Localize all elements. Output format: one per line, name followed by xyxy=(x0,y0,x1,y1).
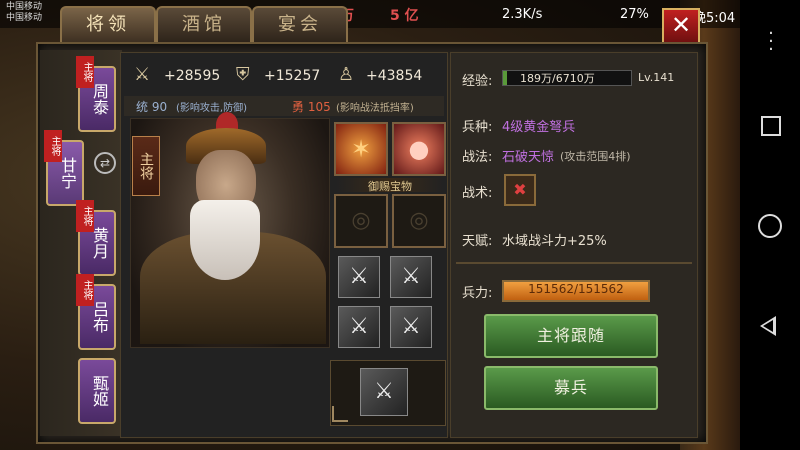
treasure-slot-2[interactable]: ● xyxy=(392,122,446,176)
treasure-slot-4[interactable]: ◎ xyxy=(392,194,446,248)
force-value: 151562/151562 xyxy=(528,282,624,296)
exp-fill xyxy=(503,71,507,85)
divider xyxy=(456,262,692,264)
battery-level: 27% xyxy=(620,7,649,22)
skill-slot-3[interactable]: ⚔ xyxy=(338,306,380,348)
tactic-note: (攻击范围4排) xyxy=(560,150,631,163)
empty-slot-icon: ◎ xyxy=(409,208,429,233)
empty-slot-icon: ◎ xyxy=(351,208,371,233)
tong-note: (影响攻击,防御) xyxy=(176,103,247,114)
crossed-swords-icon: ⚔ xyxy=(349,314,369,339)
main-tag: 主将 xyxy=(76,274,94,306)
portrait-beard xyxy=(190,200,260,280)
attribute-row: 统 90 (影响攻击,防御) 勇 105 (影响战法抵挡率) xyxy=(124,96,444,116)
pouch-icon: ● xyxy=(408,135,430,163)
formation-skill[interactable]: ⚔ xyxy=(360,368,408,416)
close-icon: ✕ xyxy=(670,11,692,39)
follow-button[interactable]: 主将跟随 xyxy=(484,314,658,358)
exp-label: 经验: xyxy=(462,74,493,89)
treasure-slot-1[interactable]: ✶ xyxy=(334,122,388,176)
talent-label: 天赋: xyxy=(462,234,493,249)
talent-value: 水域战斗力+25% xyxy=(502,234,607,249)
back-icon[interactable] xyxy=(760,316,776,336)
skill-slot-1[interactable]: ⚔ xyxy=(338,256,380,298)
tab-banquet[interactable]: 宴会 xyxy=(252,6,348,42)
tab-generals[interactable]: 将领 xyxy=(60,6,156,42)
close-button[interactable]: ✕ xyxy=(662,8,700,44)
treasure-slot-3[interactable]: ◎ xyxy=(334,194,388,248)
tab-tavern[interactable]: 酒馆 xyxy=(156,6,252,42)
treasure-label: 御赐宝物 xyxy=(336,178,444,193)
sword-icon: ⚔ xyxy=(134,64,151,85)
tactic-value[interactable]: 石破天惊 xyxy=(502,146,554,165)
yong-note: (影响战法抵挡率) xyxy=(336,103,414,114)
carrier-text: 中国移动 中国移动 xyxy=(6,2,43,23)
attack-value: +28595 xyxy=(164,68,221,84)
switch-icon[interactable]: ⇄ xyxy=(94,152,116,174)
person-icon: ♙ xyxy=(338,64,355,85)
recruit-button[interactable]: 募兵 xyxy=(484,366,658,410)
shield-icon: ⛨ xyxy=(236,64,250,85)
crossed-swords-icon: ⚔ xyxy=(401,264,421,289)
recents-icon[interactable] xyxy=(761,116,781,136)
resource-grain: 5 亿 xyxy=(390,8,419,24)
main-tag: 主将 xyxy=(44,130,62,162)
level: Lv.141 xyxy=(638,71,675,84)
stat-row: ⚔ +28595 ⛨ +15257 ♙ +43854 xyxy=(124,62,444,90)
defense-value: +15257 xyxy=(264,68,321,84)
main-tag: 主将 xyxy=(76,200,94,232)
troop-value: 4级黄金弩兵 xyxy=(502,120,576,135)
crossed-swords-icon: ⚔ xyxy=(401,314,421,339)
hp-value: +43854 xyxy=(366,68,423,84)
main-general-badge[interactable]: 主将 xyxy=(132,136,160,196)
tong-stat: 统 90 xyxy=(136,100,168,114)
skill-slot-4[interactable]: ⚔ xyxy=(390,306,432,348)
more-icon[interactable]: · · · xyxy=(768,25,774,59)
crossed-swords-icon: ⚔ xyxy=(374,379,394,404)
skill-label: 战术: xyxy=(462,186,493,201)
tactic-skill-icon[interactable]: ✖ xyxy=(504,174,536,206)
exp-value: 189万/6710万 xyxy=(520,72,595,85)
main-tag: 主将 xyxy=(76,56,94,88)
network-speed: 2.3K/s xyxy=(502,7,543,22)
yong-stat: 勇 105 xyxy=(292,100,331,114)
corner-icon xyxy=(332,406,348,422)
home-icon[interactable] xyxy=(758,214,782,238)
hero-card-zhenji[interactable]: 甄姬 xyxy=(78,358,116,424)
phoenix-icon: ✶ xyxy=(350,135,372,163)
crossed-swords-icon: ⚔ xyxy=(349,264,369,289)
force-label: 兵力: xyxy=(462,286,493,301)
skill-slot-2[interactable]: ⚔ xyxy=(390,256,432,298)
troop-label: 兵种: xyxy=(462,120,493,135)
tactic-label: 战法: xyxy=(462,150,493,165)
